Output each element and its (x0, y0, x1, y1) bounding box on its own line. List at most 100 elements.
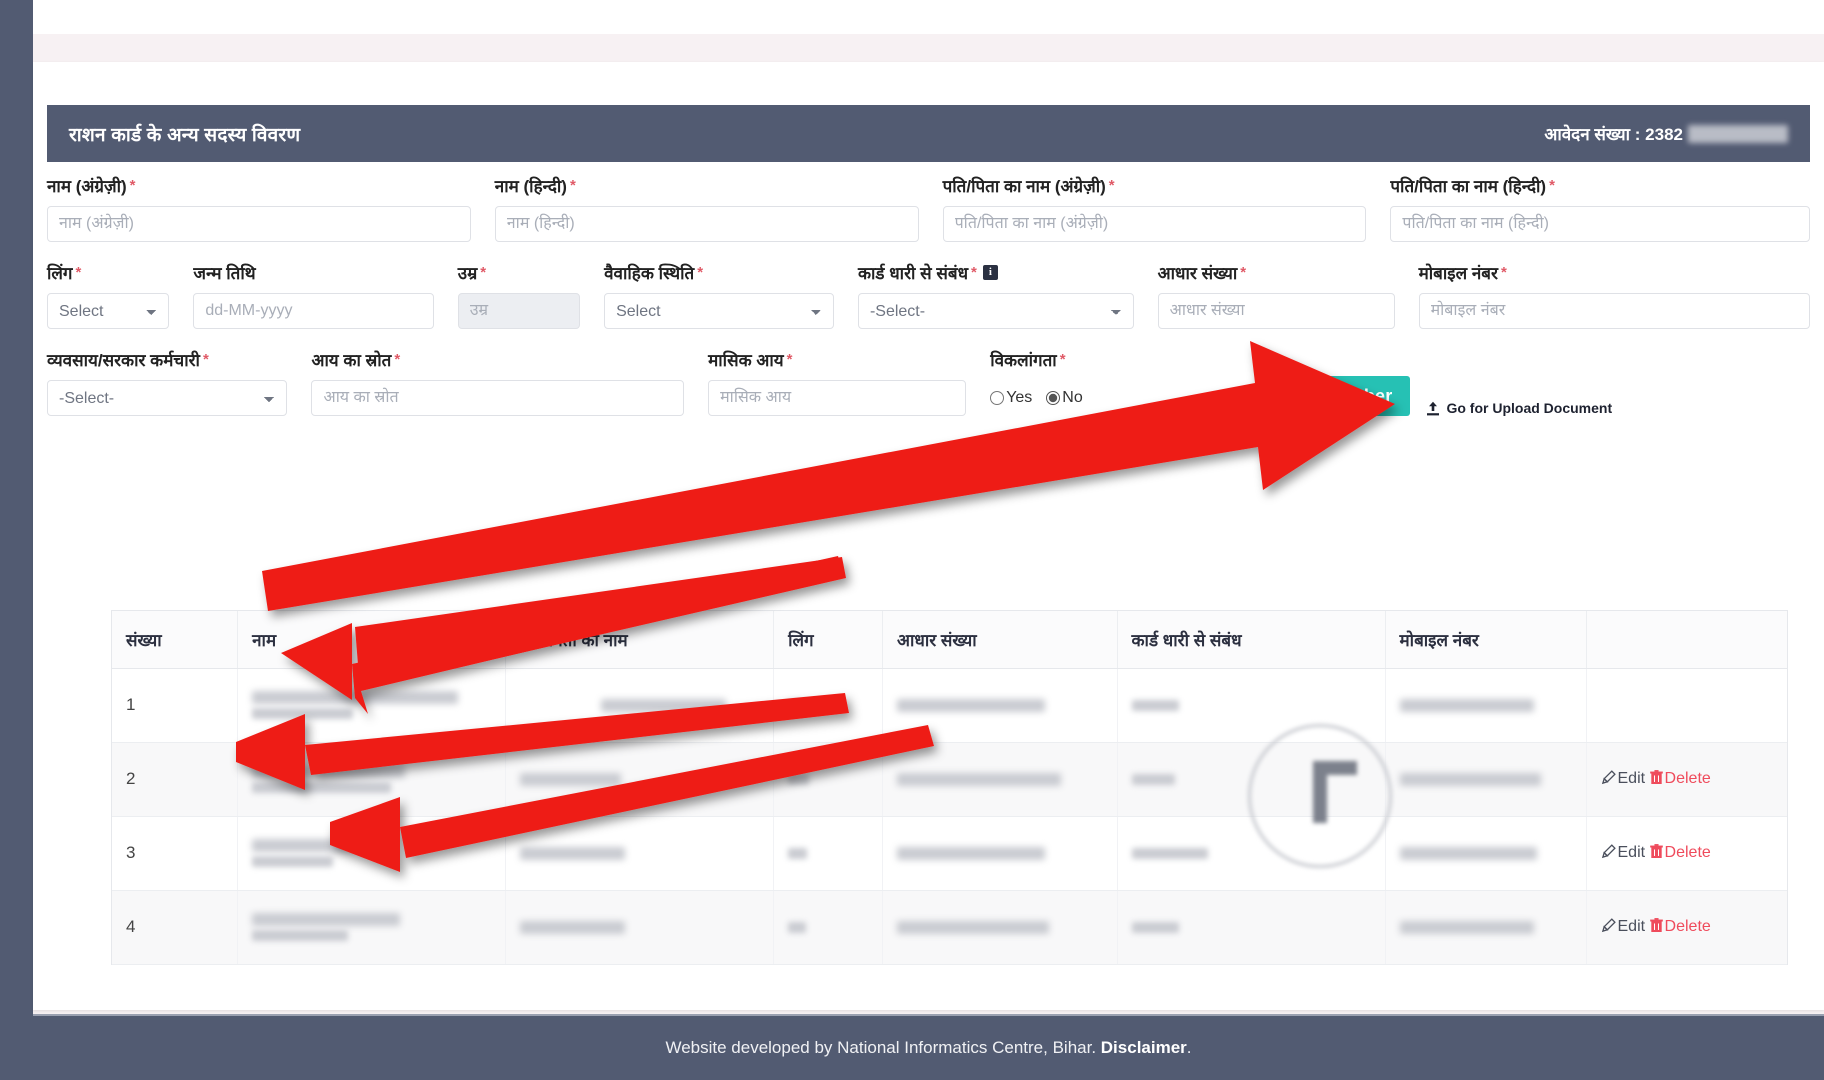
col-gender: लिंग (773, 611, 883, 669)
required-marker: * (1549, 177, 1555, 194)
disability-no-option[interactable]: No (1046, 389, 1083, 407)
father-name-english-input[interactable] (942, 206, 1367, 242)
redacted-value (897, 698, 1045, 712)
disability-yes-radio[interactable] (990, 391, 1005, 405)
required-marker: * (129, 177, 136, 194)
edit-action[interactable]: Edit (1601, 844, 1645, 861)
delete-action[interactable]: Delete (1649, 770, 1711, 787)
col-mobile: मोबाइल नंबर (1385, 611, 1587, 669)
required-marker: * (1240, 264, 1247, 281)
edit-label: Edit (1617, 770, 1646, 787)
application-number: आवेदन संख्या : 2382 (1544, 122, 1788, 145)
delete-action[interactable]: Delete (1649, 918, 1711, 935)
members-table-body: 1 2 Edit Delete 3 Edit Delete 4 Edit Del… (112, 668, 1787, 965)
cell-gender (773, 890, 883, 965)
required-marker: * (202, 351, 209, 368)
cell-name (237, 890, 507, 965)
dob-input[interactable] (193, 293, 434, 329)
label-mobile: मोबाइल नंबर * (1419, 261, 1810, 284)
redacted-value (788, 773, 809, 785)
age-input[interactable] (457, 293, 581, 329)
required-marker: * (1108, 177, 1115, 194)
field-father-name-english: पति/पिता का नाम (अंग्रेज़ी) * (942, 174, 1391, 242)
field-name-english: नाम (अंग्रेज़ी) * (47, 174, 495, 242)
label-text: जन्म तिथि (193, 264, 256, 283)
father-name-hindi-input[interactable] (1390, 206, 1810, 242)
required-marker: * (569, 177, 576, 194)
occupation-select[interactable]: -Select- (47, 380, 288, 416)
cell-mobile (1385, 890, 1587, 965)
members-table-head: संख्या नाम पति/पिता का नाम लिंग आधार संख… (112, 611, 1787, 669)
page-footer: Website developed by National Informatic… (33, 1014, 1824, 1080)
trash-icon (1649, 844, 1663, 858)
label-occupation: व्यवसाय/सरकार कर्मचारी * (47, 348, 287, 371)
delete-action[interactable]: Delete (1649, 844, 1711, 861)
disclaimer-link[interactable]: Disclaimer (1101, 1038, 1187, 1057)
go-for-upload-document-link[interactable]: Go for Upload Document (1426, 400, 1612, 416)
label-text: नाम (अंग्रेज़ी) (47, 177, 127, 196)
relation-select[interactable]: -Select- (857, 293, 1134, 329)
cell-relation (1117, 742, 1386, 817)
disability-no-radio[interactable] (1046, 391, 1061, 405)
footer-credit: Website developed by National Informatic… (665, 1038, 1097, 1057)
mobile-input[interactable] (1418, 293, 1810, 329)
form-row-2: लिंग * Select जन्म तिथि dd-MM-yyyy उम्र … (47, 261, 1810, 329)
upload-link-label: Go for Upload Document (1446, 400, 1613, 416)
redacted-value (520, 920, 626, 934)
field-mobile: मोबाइल नंबर * (1418, 261, 1810, 329)
col-relation: कार्ड धारी से संबंध (1117, 611, 1386, 669)
label-name-hindi: नाम (हिन्दी) * (495, 174, 919, 197)
cell-name (237, 668, 507, 743)
label-gender: लिंग * (47, 261, 169, 284)
field-dob: जन्म तिथि (193, 261, 457, 329)
income-source-input[interactable] (311, 380, 685, 416)
name-hindi-input[interactable] (494, 206, 919, 242)
required-marker: * (697, 264, 704, 281)
marital-status-select[interactable]: Select (604, 293, 834, 329)
disability-radio-group: Yes No (990, 380, 1239, 416)
gender-select[interactable]: Select (47, 293, 170, 329)
pencil-icon (1601, 844, 1616, 859)
required-marker: * (971, 264, 977, 281)
field-occupation: व्यवसाय/सरकार कर्मचारी * -Select- (47, 348, 311, 416)
required-marker: * (1059, 351, 1066, 368)
monthly-income-input[interactable] (708, 380, 967, 416)
redacted-value (788, 699, 808, 711)
cell-gender (773, 742, 883, 817)
label-text: कार्ड धारी से संबंध (857, 264, 969, 283)
field-marital-status: वैवाहिक स्थिति * Select (604, 261, 858, 329)
cell-serial: 3 (112, 816, 239, 891)
redacted-value (897, 920, 1050, 934)
redacted-value (1399, 698, 1534, 712)
label-text: वैवाहिक स्थिति (604, 264, 695, 283)
application-number-label: आवेदन संख्या : 2382 (1544, 125, 1683, 144)
info-icon[interactable]: i (982, 265, 998, 280)
label-text: पति/पिता का नाम (हिन्दी) (1390, 177, 1547, 196)
edit-action[interactable]: Edit (1601, 770, 1646, 787)
trash-icon (1649, 918, 1663, 932)
required-marker: * (1500, 264, 1507, 281)
field-gender: लिंग * Select (47, 261, 193, 329)
disability-no-label: No (1062, 389, 1083, 406)
field-name-hindi: नाम (हिन्दी) * (494, 174, 943, 242)
cell-aadhaar (882, 890, 1118, 965)
redacted-value (601, 698, 726, 712)
label-text: लिंग (47, 264, 73, 283)
add-member-button[interactable]: Add Member (1263, 376, 1411, 416)
cell-name (237, 742, 507, 817)
cell-serial: 4 (112, 890, 239, 965)
edit-action[interactable]: Edit (1601, 918, 1645, 935)
form-row-3: व्यवसाय/सरकार कर्मचारी * -Select- आय का … (47, 348, 1810, 416)
cell-actions: Edit Delete (1586, 742, 1787, 817)
label-text: आधार संख्या (1157, 264, 1238, 283)
delete-label: Delete (1664, 770, 1711, 787)
name-english-input[interactable] (47, 206, 471, 242)
cell-father (505, 668, 775, 743)
aadhaar-input[interactable] (1157, 293, 1395, 329)
disability-yes-option[interactable]: Yes (990, 389, 1032, 407)
field-income-source: आय का स्रोत * (311, 348, 708, 416)
table-row: 4 Edit Delete (112, 890, 1787, 965)
cell-relation (1117, 816, 1386, 891)
redacted-value (897, 846, 1045, 860)
cell-gender (773, 668, 883, 743)
